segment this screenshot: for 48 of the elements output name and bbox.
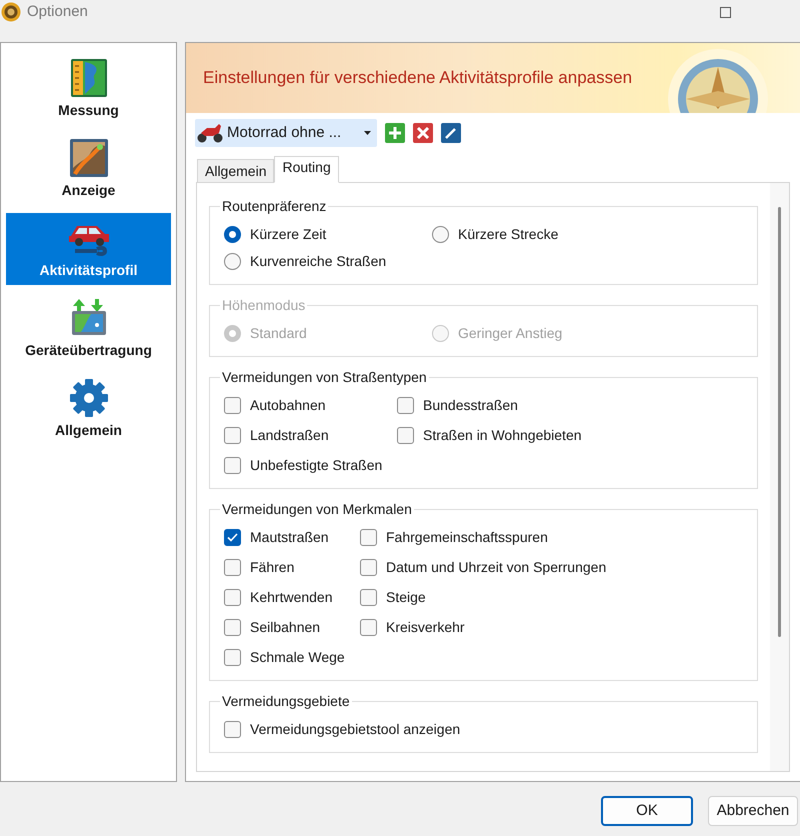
scrollbar[interactable]: [770, 183, 789, 771]
checkbox[interactable]: Fähren: [224, 558, 360, 576]
group-title: Routenpräferenz: [221, 197, 328, 216]
tab[interactable]: Allgemein: [197, 159, 274, 182]
dialog-button[interactable]: OK: [601, 796, 693, 826]
checkbox[interactable]: Bundesstraßen: [397, 396, 582, 414]
motorcycle-icon: [197, 122, 223, 144]
checkbox[interactable]: Unbefestigte Straßen: [224, 456, 397, 474]
group-title: Vermeidungen von Straßentypen: [221, 368, 428, 387]
window-title: Optionen: [27, 2, 88, 22]
sidebar-item[interactable]: Allgemein: [6, 373, 171, 445]
checkbox[interactable]: Fahrgemeinschaftsspuren: [360, 528, 606, 546]
maximize-icon[interactable]: [720, 6, 731, 18]
sidebar-item[interactable]: Messung: [6, 53, 171, 125]
delete-icon[interactable]: [413, 123, 433, 143]
group-title: Vermeidungen von Merkmalen: [221, 500, 413, 519]
checkmark-icon: [227, 532, 238, 542]
checkbox[interactable]: Datum und Uhrzeit von Sperrungen: [360, 558, 606, 576]
checkbox[interactable]: Autobahnen: [224, 396, 397, 414]
checkbox[interactable]: Mautstraßen: [224, 528, 360, 546]
checkbox[interactable]: Kreisverkehr: [360, 618, 606, 636]
ruler-map-icon: [68, 58, 108, 98]
tab[interactable]: Routing: [274, 156, 339, 183]
sidebar-item[interactable]: Aktivitätsprofil: [6, 213, 171, 285]
checkbox[interactable]: Steige: [360, 588, 606, 606]
group-title: Höhenmodus: [221, 296, 306, 315]
sidebar-item[interactable]: Geräteübertragung: [6, 293, 171, 365]
checkbox[interactable]: Vermeidungsgebietstool anzeigen: [224, 720, 460, 738]
checkbox[interactable]: Landstraßen: [224, 426, 397, 444]
compass-icon: [666, 49, 770, 113]
dropdown-caret-icon: [364, 131, 371, 135]
profile-dropdown[interactable]: Motorrad ohne ...: [195, 119, 377, 147]
checkbox[interactable]: Schmale Wege: [224, 648, 360, 666]
checkbox[interactable]: Straßen in Wohngebieten: [397, 426, 582, 444]
checkbox[interactable]: Seilbahnen: [224, 618, 360, 636]
sidebar-item[interactable]: Anzeige: [6, 133, 171, 205]
radio-button[interactable]: Kürzere Strecke: [432, 225, 558, 243]
checkbox[interactable]: Kehrtwenden: [224, 588, 360, 606]
app-logo-icon: [1, 2, 21, 22]
radio-button[interactable]: Kürzere Zeit: [224, 225, 432, 243]
map-display-icon: [68, 138, 108, 178]
group-title: Vermeidungsgebiete: [221, 692, 351, 711]
add-icon[interactable]: [385, 123, 405, 143]
dialog-button[interactable]: Abbrechen: [708, 796, 798, 826]
gear-icon: [68, 378, 108, 418]
edit-icon[interactable]: [441, 123, 461, 143]
radio-button[interactable]: Kurvenreiche Straßen: [224, 252, 432, 270]
header-title: Einstellungen für verschiedene Aktivitätsprofile anpassen: [203, 67, 632, 90]
